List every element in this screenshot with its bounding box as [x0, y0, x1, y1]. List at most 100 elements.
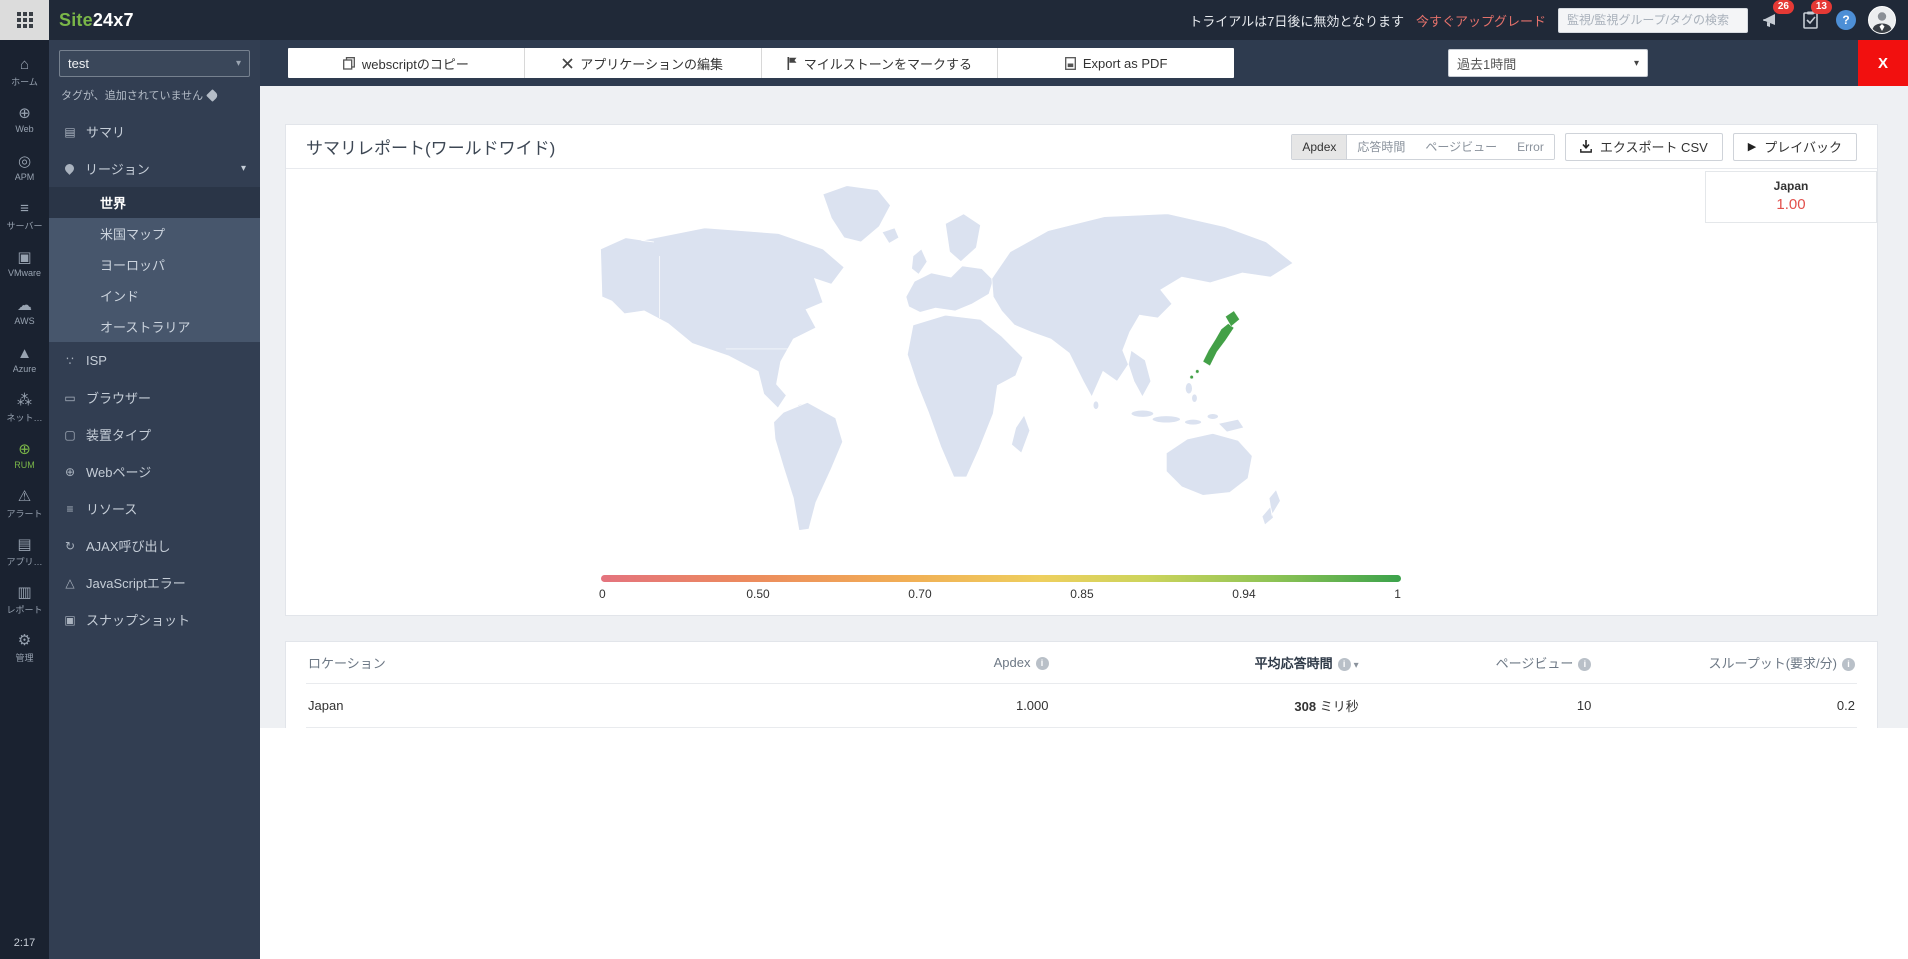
location-pin-icon — [63, 162, 76, 175]
rail-item-aws[interactable]: ☁ AWS — [0, 288, 49, 336]
map-new-guinea — [1217, 418, 1245, 433]
copy-icon — [342, 56, 355, 70]
rail-item-network[interactable]: ⁂ ネット… — [0, 384, 49, 432]
sidebar-item-us-map[interactable]: 米国マップ — [49, 218, 260, 249]
cell-avg-response: 308 ミリ秒 — [1050, 683, 1361, 728]
summary-report-panel: サマリレポート(ワールドワイド) Apdex 応答時間 ページビュー Error — [285, 124, 1878, 616]
sidebar-item-webpage[interactable]: ⊕ Webページ — [49, 453, 260, 490]
server-icon: ≡ — [20, 199, 29, 217]
tab-page-views[interactable]: ページビュー — [1415, 134, 1508, 159]
ajax-calls-icon: ↻ — [64, 538, 76, 553]
sidebar-item-europe[interactable]: ヨーロッパ — [49, 249, 260, 280]
table-row[interactable]: Japan 1.000 308 ミリ秒 10 0.2 — [306, 683, 1857, 728]
help-button[interactable]: ? — [1836, 10, 1856, 30]
rail-item-vmware[interactable]: ▣ VMware — [0, 240, 49, 288]
sidebar-item-snapshot[interactable]: ▣ スナップショット — [49, 601, 260, 638]
cell-apdex: 1.000 — [786, 683, 1051, 728]
info-icon[interactable]: i — [1842, 657, 1855, 671]
tab-error[interactable]: Error — [1507, 134, 1554, 159]
rail-item-azure[interactable]: ▲ Azure — [0, 336, 49, 384]
chevron-down-icon: ▾ — [1633, 57, 1639, 69]
sidebar-item-js-error[interactable]: △ JavaScriptエラー — [49, 564, 260, 601]
site24x7-logo[interactable]: Site24x7 — [59, 10, 134, 31]
col-location[interactable]: ロケーション — [306, 642, 787, 684]
tab-apdex[interactable]: Apdex — [1292, 134, 1348, 159]
document-icon: ▤ — [64, 124, 76, 139]
rail-item-admin[interactable]: ⚙ 管理 — [0, 624, 49, 672]
sidebar-item-world[interactable]: 世界 — [49, 187, 260, 218]
sort-desc-icon[interactable]: ▾ — [1354, 660, 1359, 671]
cell-location: Japan — [306, 683, 787, 728]
sidebar-item-browser[interactable]: ▭ ブラウザー — [49, 379, 260, 416]
col-throughput[interactable]: スループット(要求/分) i — [1593, 642, 1857, 684]
world-map[interactable] — [551, 173, 1351, 553]
mark-milestone-button[interactable]: マイルストーンをマークする — [762, 48, 999, 78]
chevron-down-icon: ▾ — [235, 58, 241, 69]
chevron-down-icon: ▾ — [240, 163, 246, 174]
search-input[interactable] — [1558, 7, 1748, 33]
sidebar-item-australia[interactable]: オーストラリア — [49, 311, 260, 342]
rail-item-web[interactable]: ⊕ Web — [0, 96, 49, 144]
reports-icon: ▥ — [17, 583, 32, 601]
web-globe-icon: ⊕ — [18, 105, 31, 122]
info-icon[interactable]: i — [1337, 657, 1351, 671]
tasks-button[interactable]: 13 — [1798, 0, 1832, 33]
user-avatar[interactable] — [1868, 6, 1896, 34]
admin-gear-icon: ⚙ — [17, 631, 32, 649]
sidebar-item-device-type[interactable]: ▢ 装置タイプ — [49, 416, 260, 453]
sidebar-item-region[interactable]: リージョン ▾ — [49, 150, 260, 187]
aws-icon: ☁ — [17, 297, 32, 314]
rail-item-home[interactable]: ⌂ ホーム — [0, 48, 49, 96]
upgrade-link[interactable]: 今すぐアップグレード — [1416, 11, 1546, 30]
download-icon — [1579, 140, 1592, 153]
device-type-icon: ▢ — [64, 427, 76, 442]
sidebar-item-isp[interactable]: ∵ ISP — [49, 342, 260, 379]
region-submenu: 世界 米国マップ ヨーロッパ インド オーストラリア — [49, 187, 260, 342]
close-button[interactable]: X — [1858, 40, 1908, 86]
map-australia — [1165, 433, 1253, 496]
rail-item-server[interactable]: ≡ サーバー — [0, 192, 49, 240]
map-region-japan[interactable] — [1189, 310, 1240, 380]
sidebar-item-summary[interactable]: ▤ サマリ — [49, 113, 260, 150]
edit-application-button[interactable]: アプリケーションの編集 — [525, 48, 762, 78]
map-north-america — [600, 227, 845, 409]
col-apdex[interactable]: Apdex i — [787, 642, 1051, 684]
sidebar-item-india[interactable]: インド — [49, 280, 260, 311]
col-page-views[interactable]: ページビュー i — [1361, 642, 1594, 684]
rail-item-reports[interactable]: ▥ レポート — [0, 576, 49, 624]
app-grid-button[interactable] — [0, 0, 49, 40]
rail-item-app-logs[interactable]: ▤ アプリ… — [0, 528, 49, 576]
map-iceland — [881, 227, 900, 244]
user-avatar-icon — [1869, 7, 1895, 33]
rail-item-apm[interactable]: ◎ APM — [0, 144, 49, 192]
map-scandinavia — [944, 213, 981, 263]
export-pdf-button[interactable]: Export as PDF — [998, 48, 1234, 78]
playback-button[interactable]: ▶ プレイバック — [1732, 132, 1857, 161]
browser-icon: ▭ — [64, 390, 76, 405]
announcements-button[interactable]: 26 — [1760, 0, 1794, 33]
copy-webscript-button[interactable]: webscriptのコピー — [288, 48, 525, 78]
metric-tabs: Apdex 応答時間 ページビュー Error — [1291, 133, 1555, 160]
sidebar-item-resources[interactable]: ≡ リソース — [49, 490, 260, 527]
info-icon[interactable]: i — [1035, 656, 1049, 670]
pdf-icon — [1064, 56, 1076, 70]
sidebar-item-ajax-calls[interactable]: ↻ AJAX呼び出し — [49, 527, 260, 564]
grid-icon — [16, 12, 33, 28]
tag-icon[interactable] — [206, 88, 219, 102]
cell-throughput: 0.2 — [1593, 683, 1857, 728]
export-csv-button[interactable]: エクスポート CSV — [1564, 132, 1723, 161]
map-africa — [907, 314, 1024, 478]
map-greenland — [822, 185, 891, 243]
tooltip-location: Japan — [1773, 179, 1809, 193]
map-se-asia — [1127, 349, 1152, 398]
tags-note: タグが、追加されていません — [49, 83, 260, 113]
monitor-select[interactable]: test ▾ — [59, 50, 250, 77]
rail-item-rum[interactable]: ⊕ RUM — [0, 432, 49, 480]
info-icon[interactable]: i — [1578, 657, 1592, 671]
col-avg-response[interactable]: 平均応答時間 i ▾ — [1051, 642, 1361, 684]
location-table-panel: ロケーション Apdex i 平均応答時間 i ▾ ページビュー i スループット(要求… — [285, 641, 1878, 728]
trial-expiry-text: トライアルは7日後に無効となります — [1189, 13, 1404, 29]
tab-response-time[interactable]: 応答時間 — [1347, 134, 1416, 159]
rail-item-alerts[interactable]: ⚠ アラート — [0, 480, 49, 528]
time-range-select[interactable]: 過去1時間 ▾ — [1448, 49, 1648, 77]
